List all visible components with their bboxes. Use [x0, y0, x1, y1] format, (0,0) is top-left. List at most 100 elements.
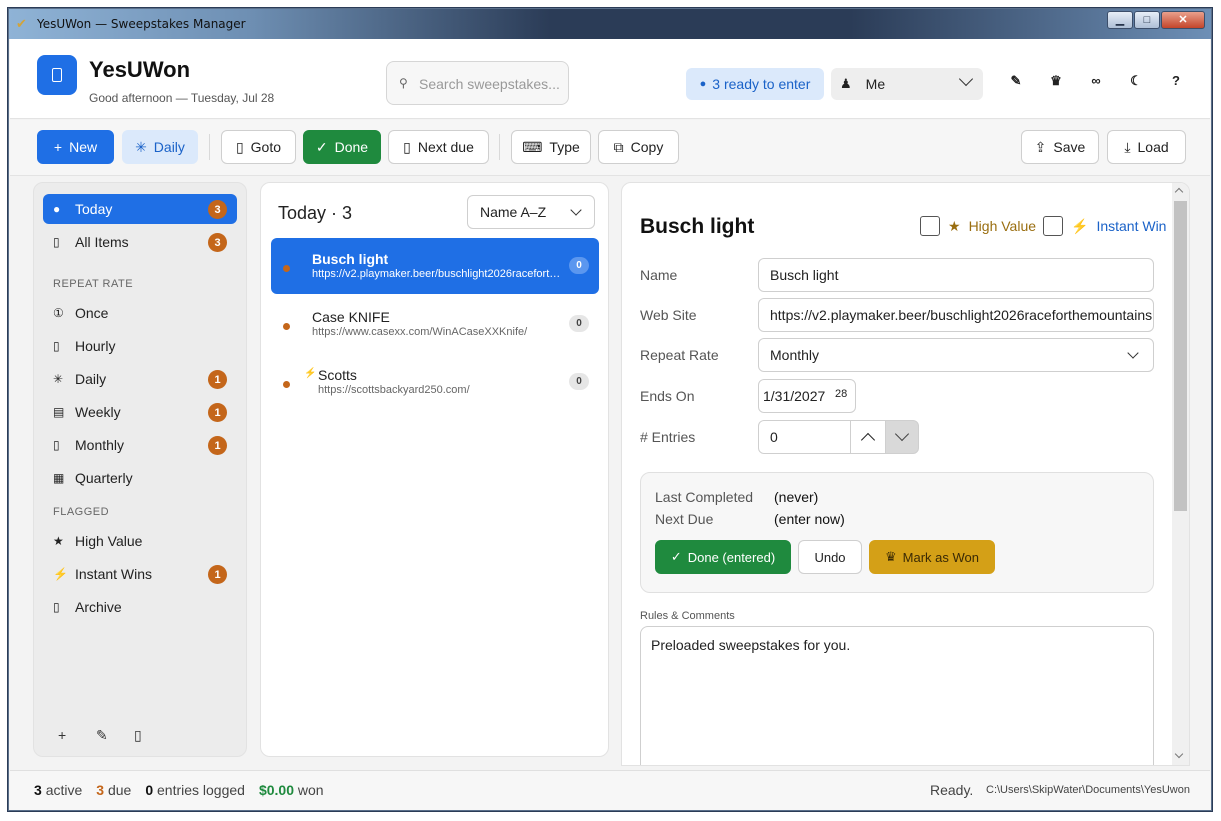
trophy-icon[interactable]: ♛: [1036, 73, 1076, 89]
website-field[interactable]: https://v2.playmaker.beer/buschlight2026…: [758, 298, 1154, 332]
name-field[interactable]: Busch light: [758, 258, 1154, 292]
won-amount: $0.00 won: [259, 782, 324, 798]
goto-label: Goto: [250, 139, 282, 155]
scroll-down-icon[interactable]: [1174, 749, 1184, 759]
link-icon[interactable]: ∞: [1076, 73, 1116, 89]
checkbox[interactable]: [920, 216, 940, 236]
bolt-icon: ⚡: [304, 368, 317, 379]
window-title: YesUWon — Sweepstakes Manager: [37, 17, 246, 31]
rules-textarea[interactable]: Preloaded sweepstakes for you.: [640, 626, 1154, 765]
brush-icon[interactable]: ✎: [996, 73, 1036, 89]
ready-to-enter-button[interactable]: ● 3 ready to enter: [686, 68, 824, 100]
checkbox[interactable]: [1043, 216, 1063, 236]
repeat-rate-select[interactable]: Monthly: [758, 338, 1154, 372]
list-title: Today · 3: [278, 203, 353, 223]
undo-button[interactable]: Undo: [798, 540, 862, 574]
goto-button[interactable]: ▯ Goto: [221, 130, 296, 164]
entries-label: # Entries: [640, 429, 696, 445]
decrement-button[interactable]: [885, 420, 919, 454]
list-item-url: https://scottsbackyard250.com/: [318, 384, 470, 396]
calendar-day[interactable]: 28: [835, 388, 847, 400]
entry-count-badge: 0: [569, 257, 589, 274]
new-label: New: [69, 139, 98, 155]
entry-count-badge: 0: [569, 373, 589, 390]
bolt-icon: ⚡: [1071, 217, 1089, 234]
user-select[interactable]: ♟ Me: [831, 68, 983, 100]
done-entered-button[interactable]: ✓ Done (entered): [655, 540, 791, 574]
instant-win-label: Instant Win: [1096, 218, 1167, 234]
search-input[interactable]: [419, 73, 559, 95]
copy-button[interactable]: ⧉ Copy: [598, 130, 679, 164]
entries-stepper-field[interactable]: 0: [758, 420, 851, 454]
high-value-checkbox[interactable]: ★ High Value: [920, 216, 1036, 236]
box-icon[interactable]: ▯: [134, 727, 172, 744]
new-button[interactable]: + New: [37, 130, 114, 164]
done-entered-label: Done (entered): [687, 549, 776, 565]
list-item[interactable]: Case KNIFE https://www.casexx.com/WinACa…: [271, 296, 599, 352]
sidebar-item-label: Hourly: [75, 338, 116, 354]
sidebar-item-once[interactable]: ① Once: [43, 298, 237, 328]
search-box[interactable]: ⚲: [386, 61, 569, 105]
bolt-icon: ⚡: [53, 567, 68, 581]
ends-on-date-field[interactable]: 1/31/2027 28: [758, 379, 856, 413]
scrollbar[interactable]: [1172, 183, 1189, 765]
sidebar-item-all-items[interactable]: ▯ All Items 3: [43, 227, 237, 257]
mark-as-won-label: Mark as Won: [902, 549, 979, 565]
ready-label: 3 ready to enter: [712, 76, 811, 92]
status-card: Last Completed (never) Next Due (enter n…: [640, 472, 1154, 593]
instant-win-checkbox[interactable]: ⚡ Instant Win: [1043, 216, 1166, 236]
divider: [499, 134, 500, 160]
won-number: $0.00: [258, 782, 294, 798]
done-button[interactable]: ✓ Done: [303, 130, 381, 164]
app-name: YesUWon: [89, 57, 191, 82]
type-button[interactable]: ⌨ Type: [511, 130, 591, 164]
sidebar-item-monthly[interactable]: ▯ Monthly 1: [43, 430, 237, 460]
save-label: Save: [1053, 139, 1086, 155]
sidebar-item-label: High Value: [75, 533, 143, 549]
sidebar-item-daily[interactable]: ✳ Daily 1: [43, 364, 237, 394]
list-item-title: Busch light: [312, 251, 389, 267]
sidebar-item-today[interactable]: ● Today 3: [43, 194, 237, 224]
maximize-button[interactable]: □: [1134, 11, 1160, 29]
sidebar-item-hourly[interactable]: ▯ Hourly: [43, 331, 237, 361]
sidebar-item-weekly[interactable]: ▤ Weekly 1: [43, 397, 237, 427]
add-icon[interactable]: +: [58, 727, 96, 744]
check-icon: ✓: [670, 549, 682, 564]
help-icon[interactable]: ?: [1156, 73, 1196, 89]
list-item[interactable]: ⚡ Scotts https://scottsbackyard250.com/ …: [271, 354, 599, 410]
count-badge: 1: [208, 436, 227, 455]
sidebar-item-instant-wins[interactable]: ⚡ Instant Wins 1: [43, 559, 237, 589]
load-button[interactable]: ⤓ Load: [1107, 130, 1186, 164]
sidebar-item-archive[interactable]: ▯ Archive: [43, 592, 237, 622]
done-label: Done: [334, 139, 369, 155]
repeat-rate-value: Monthly: [770, 347, 820, 363]
count-badge: 3: [208, 200, 227, 219]
list-item[interactable]: Busch light https://v2.playmaker.beer/bu…: [271, 238, 599, 294]
save-button[interactable]: ⇪ Save: [1021, 130, 1099, 164]
entries-text: entries logged: [157, 782, 245, 798]
rules-label: Rules & Comments: [640, 610, 735, 622]
scroll-up-icon[interactable]: [1174, 187, 1184, 197]
won-text: won: [297, 782, 324, 798]
next-due-label: Next Due: [655, 511, 714, 527]
website-label: Web Site: [640, 307, 697, 323]
mark-as-won-button[interactable]: ♛ Mark as Won: [869, 540, 995, 574]
scrollbar-thumb[interactable]: [1174, 201, 1187, 511]
next-due-button[interactable]: ▯ Next due: [388, 130, 489, 164]
increment-button[interactable]: [850, 420, 886, 454]
moon-icon[interactable]: ☾: [1116, 73, 1156, 89]
sort-select[interactable]: Name A–Z: [467, 195, 595, 229]
close-button[interactable]: ✕: [1161, 11, 1205, 29]
app-header: YesUWon Good afternoon — Tuesday, Jul 28…: [10, 39, 1210, 119]
last-completed-label: Last Completed: [655, 489, 754, 505]
brush-icon[interactable]: ✎: [96, 727, 134, 744]
minimize-button[interactable]: ▁: [1107, 11, 1133, 29]
sidebar-item-high-value[interactable]: ★ High Value: [43, 526, 237, 556]
list-item-title: Scotts: [318, 367, 357, 383]
daily-button[interactable]: ✳ Daily: [122, 130, 198, 164]
grid-icon: ▦: [53, 471, 65, 485]
divider: [209, 134, 210, 160]
sidebar-item-quarterly[interactable]: ▦ Quarterly: [43, 463, 237, 493]
section-header-repeat: REPEAT RATE: [53, 278, 134, 290]
chevron-down-icon: [894, 426, 910, 442]
